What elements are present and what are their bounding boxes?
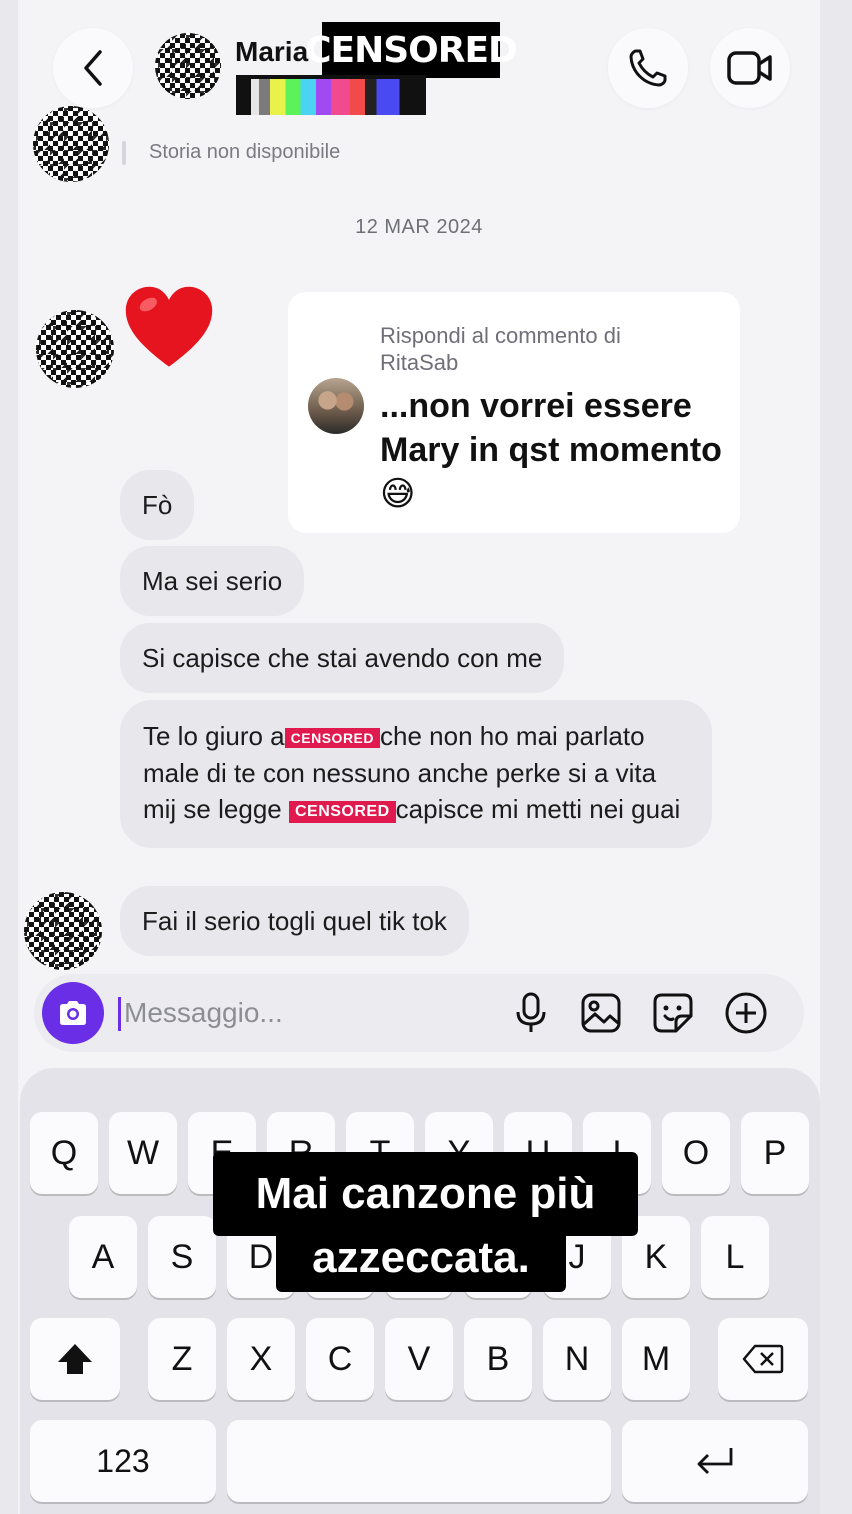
sender-avatar[interactable] [24,892,102,970]
message-bubble[interactable]: Fò [120,470,195,540]
sticker-icon [653,993,693,1033]
key-l[interactable]: L [701,1216,769,1298]
video-camera-icon [727,51,772,85]
glitch-censor-bar [236,75,426,115]
reply-card-comment: ...non vorrei essere Mary in qst momento… [380,387,722,513]
voice-button[interactable] [508,990,554,1036]
backspace-icon [742,1344,784,1374]
story-reply-bar [122,141,126,165]
key-z[interactable]: Z [148,1318,216,1400]
red-heart-icon[interactable] [122,282,216,376]
more-button[interactable] [723,990,769,1036]
key-a[interactable]: A [69,1216,137,1298]
message-bubble[interactable]: Si capisce che stai avendo con me [120,623,565,693]
key-p[interactable]: P [741,1112,809,1194]
caption-line-2: azzeccata. [276,1224,566,1292]
video-call-button[interactable] [710,28,790,108]
key-x[interactable]: X [227,1318,295,1400]
image-icon [581,993,621,1033]
call-button[interactable] [608,28,688,108]
delete-key[interactable] [718,1318,808,1400]
censor-tag: CENSORED [288,801,396,823]
phone-icon [629,49,667,87]
microphone-icon [516,992,546,1032]
key-n[interactable]: N [543,1318,611,1400]
message-composer [34,974,804,1052]
message-text: capisce mi metti nei guai [395,794,681,824]
key-v[interactable]: V [385,1318,453,1400]
contact-avatar[interactable] [155,33,221,99]
key-c[interactable]: C [306,1318,374,1400]
message-bubble[interactable]: Fai il serio togli quel tik tok [120,886,469,956]
shift-icon [58,1344,92,1374]
key-b[interactable]: B [464,1318,532,1400]
message-bubble[interactable]: Te lo giuro a CENSORED che non ho mai parl… [120,700,712,848]
return-key[interactable] [622,1420,808,1502]
sticker-button[interactable] [650,990,696,1036]
chevron-left-icon [84,50,102,86]
message-input[interactable] [124,992,484,1034]
message-text: Te lo giuro a [143,721,285,751]
left-edge [0,0,18,1514]
reply-card-title: Rispondi al commento di RitaSab [380,323,621,375]
contact-name[interactable]: Maria [235,36,308,68]
date-separator: 12 MAR 2024 [355,216,483,238]
right-edge [820,0,852,1514]
plus-circle-icon [725,992,767,1034]
story-unavailable-text: Storia non disponibile [149,141,341,163]
camera-button[interactable] [42,982,104,1044]
censor-overlay: CENSORED [305,22,518,78]
text-cursor [118,997,121,1031]
key-o[interactable]: O [662,1112,730,1194]
commenter-avatar [308,378,364,434]
sender-avatar[interactable] [36,310,114,388]
gallery-button[interactable] [578,990,624,1036]
key-w[interactable]: W [109,1112,177,1194]
back-button[interactable] [53,28,133,108]
comment-reply-card[interactable]: Rispondi al commento di RitaSab ...non v… [288,292,740,533]
censor-tag: CENSORED [284,728,381,748]
sender-avatar[interactable] [33,106,109,182]
space-key[interactable] [227,1420,611,1502]
camera-icon [60,1001,86,1025]
numbers-key[interactable]: 123 [30,1420,216,1502]
key-s[interactable]: S [148,1216,216,1298]
message-bubble[interactable]: Ma sei serio [120,546,305,616]
shift-key[interactable] [30,1318,120,1400]
return-icon [697,1448,733,1474]
key-q[interactable]: Q [30,1112,98,1194]
key-m[interactable]: M [622,1318,690,1400]
